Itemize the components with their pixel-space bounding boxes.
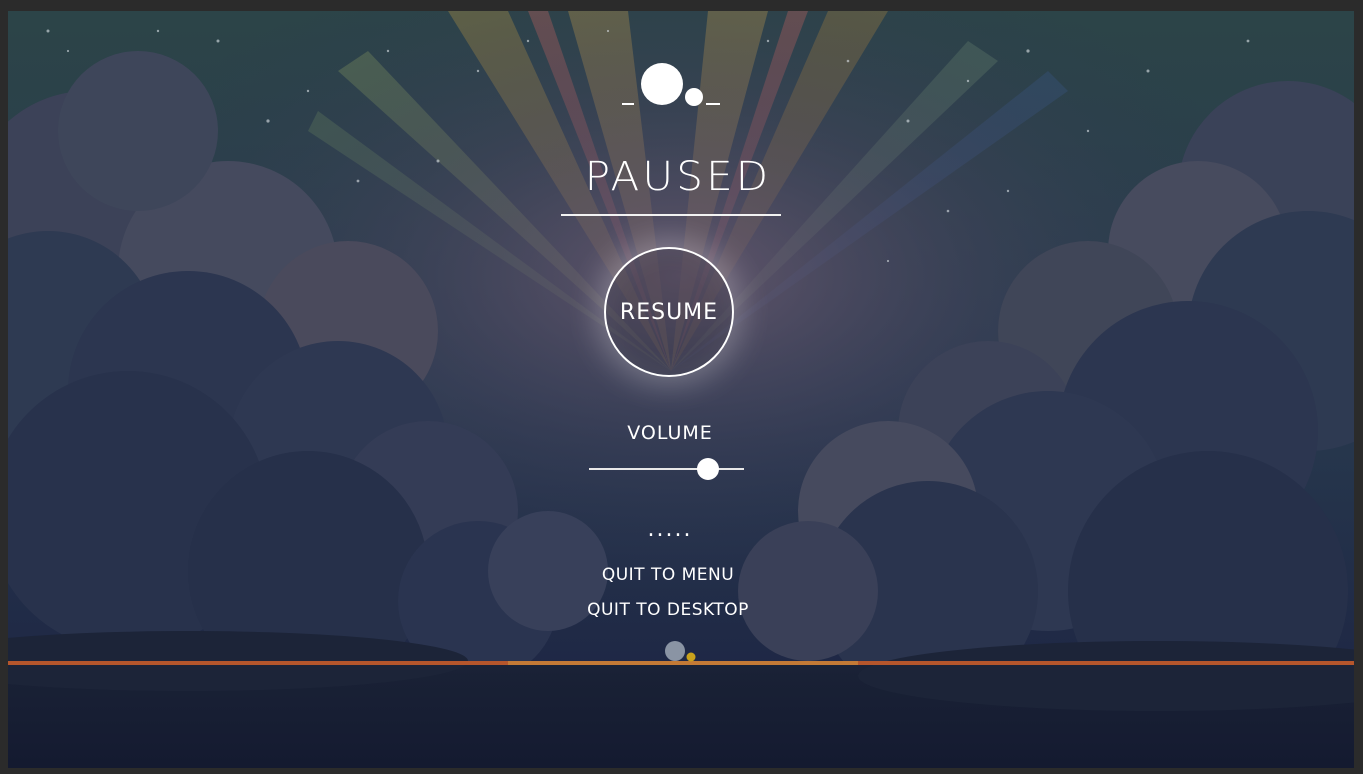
game-logo-icon (622, 63, 720, 106)
title-divider (561, 214, 781, 216)
planet-moon-icon (665, 641, 696, 662)
volume-slider-track[interactable] (589, 468, 744, 470)
volume-slider-handle[interactable] (697, 458, 720, 480)
game-viewport: PAUSED RESUME VOLUME ..... QUIT TO MENU … (8, 11, 1354, 768)
menu-divider: ..... (647, 517, 693, 542)
page-title: PAUSED (584, 154, 772, 200)
volume-label: VOLUME (627, 422, 713, 444)
resume-button[interactable]: RESUME (604, 247, 734, 377)
quit-to-desktop-button[interactable]: QUIT TO DESKTOP (548, 600, 788, 620)
volume-slider[interactable] (589, 457, 744, 481)
quit-to-menu-button[interactable]: QUIT TO MENU (548, 565, 788, 585)
